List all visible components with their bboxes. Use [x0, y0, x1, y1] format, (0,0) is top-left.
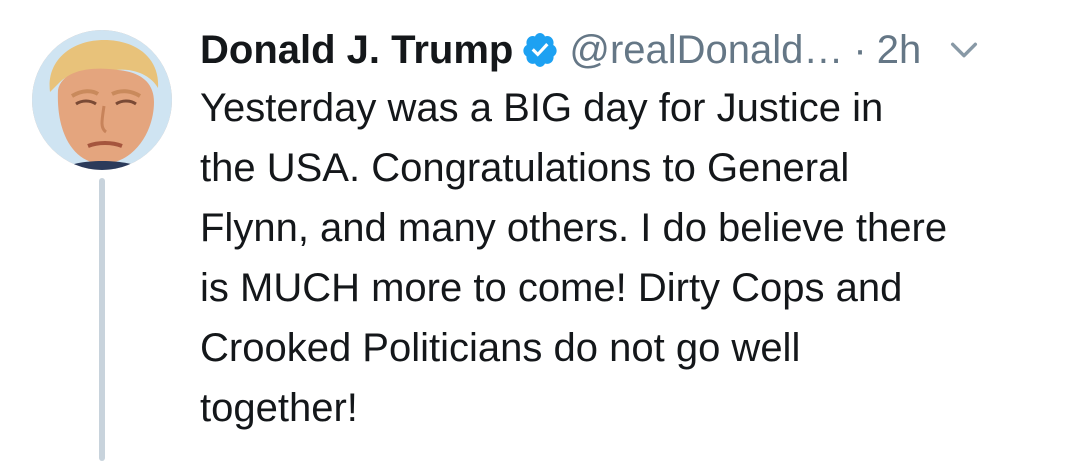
profile-photo-icon: [32, 30, 172, 170]
tweet-text-line: together!: [200, 386, 358, 430]
author-handle[interactable]: @realDonald…: [569, 28, 843, 73]
tweet-text: Yesterday was a BIG day for Justice in t…: [200, 78, 1060, 438]
tweet-text-line: the USA. Congratulations to General: [200, 146, 850, 190]
separator-dot: ·: [853, 27, 867, 72]
tweet-text-line: Yesterday was a BIG day for Justice in: [200, 86, 884, 130]
tweet-header: Donald J. Trump @realDonald… · 2h: [200, 22, 1060, 78]
chevron-down-icon[interactable]: [947, 33, 981, 67]
author-display-name[interactable]: Donald J. Trump: [200, 28, 513, 73]
thread-line: [99, 178, 105, 461]
tweet-text-line: is MUCH more to come! Dirty Cops and: [200, 266, 903, 310]
avatar[interactable]: [32, 30, 172, 170]
tweet-timestamp[interactable]: 2h: [877, 28, 922, 73]
tweet-text-line: Flynn, and many others. I do believe the…: [200, 206, 948, 250]
tweet-text-line: Crooked Politicians do not go well: [200, 326, 801, 370]
verified-badge-icon: [521, 31, 559, 69]
tweet-card[interactable]: Donald J. Trump @realDonald… · 2h Yester…: [0, 0, 1079, 461]
